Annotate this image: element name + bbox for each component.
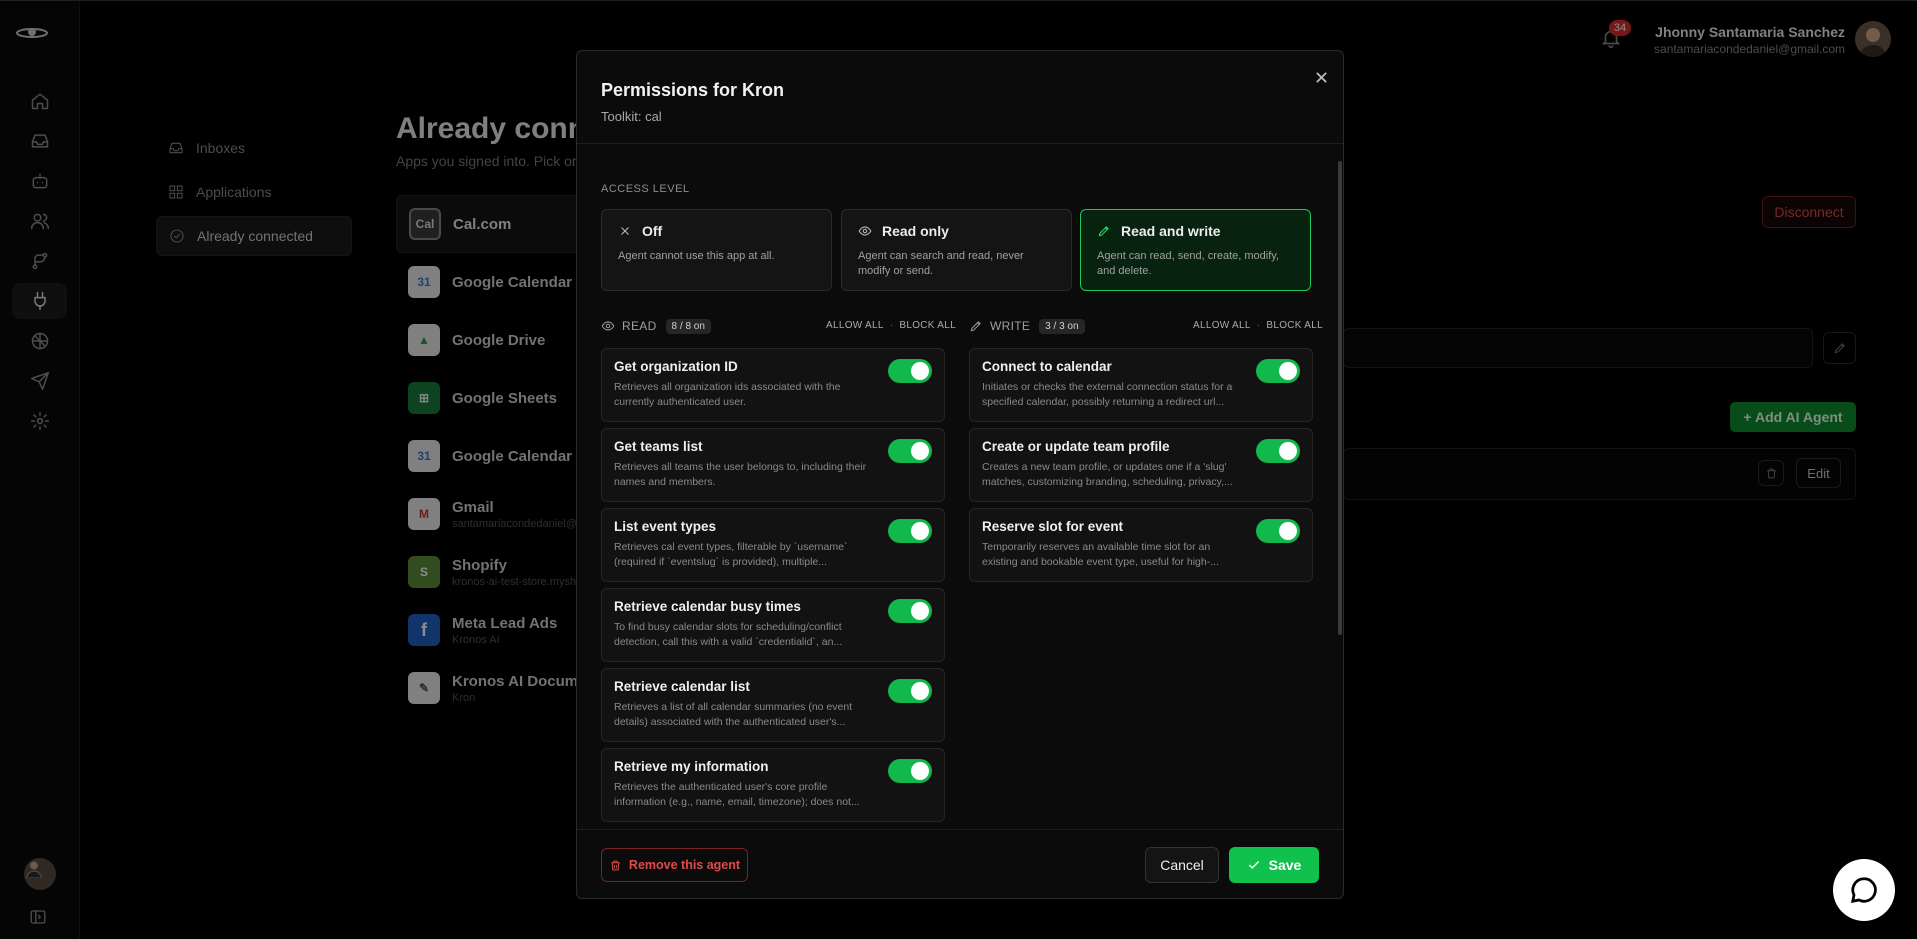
read-label: READ	[622, 319, 657, 333]
read-column-header: READ 8 / 8 on	[601, 317, 711, 335]
save-button[interactable]: Save	[1229, 847, 1319, 883]
permission-title: Retrieve calendar list	[614, 679, 750, 694]
eye-icon	[601, 321, 615, 331]
write-column-header: WRITE 3 / 3 on	[969, 317, 1085, 335]
read-permission-item: Retrieve calendar busy times To find bus…	[601, 588, 945, 662]
permission-desc: Retrieves cal event types, filterable by…	[614, 541, 848, 568]
permission-desc: Retrieves all organization ids associate…	[614, 381, 841, 408]
permission-toggle[interactable]	[888, 679, 932, 703]
write-permission-item: Create or update team profile Creates a …	[969, 428, 1313, 502]
access-level-off[interactable]: Off Agent cannot use this app at all.	[601, 209, 832, 291]
permission-title: Get teams list	[614, 439, 703, 454]
check-icon	[1248, 861, 1259, 869]
save-label: Save	[1268, 857, 1302, 873]
eye-icon	[858, 226, 872, 236]
separator: ·	[889, 320, 894, 331]
read-permission-item: Get teams list Retrieves all teams the u…	[601, 428, 945, 502]
permission-toggle[interactable]	[888, 519, 932, 543]
permission-toggle[interactable]	[1256, 439, 1300, 463]
chat-bubble-icon	[1850, 877, 1877, 904]
write-permission-item: Connect to calendar Initiates or checks …	[969, 348, 1313, 422]
read-permission-item: Get organization ID Retrieves all organi…	[601, 348, 945, 422]
toggle-knob	[911, 362, 929, 380]
access-level-read-write[interactable]: Read and write Agent can read, send, cre…	[1080, 209, 1311, 291]
permission-title: Retrieve calendar busy times	[614, 599, 801, 614]
permission-desc: Creates a new team profile, or updates o…	[982, 461, 1233, 488]
access-level-desc: Agent can search and read, never modify …	[858, 250, 1024, 277]
modal-subtitle: Toolkit: cal	[601, 109, 662, 124]
x-icon	[621, 227, 629, 235]
read-block-all-button[interactable]: BLOCK ALL	[899, 320, 956, 331]
read-bulk-actions: ALLOW ALL · BLOCK ALL	[826, 320, 956, 331]
permission-desc: Retrieves a list of all calendar summari…	[614, 701, 853, 728]
chat-launcher-button[interactable]	[1833, 859, 1895, 921]
permission-desc: Temporarily reserves an available time s…	[982, 541, 1219, 568]
modal-body[interactable]: ACCESS LEVEL Off Agent cannot use this a…	[577, 144, 1343, 829]
toggle-knob	[1279, 362, 1297, 380]
toggle-knob	[911, 602, 929, 620]
permission-title: Reserve slot for event	[982, 519, 1124, 534]
toggle-knob	[911, 762, 929, 780]
pencil-icon	[1098, 226, 1109, 237]
remove-agent-button[interactable]: Remove this agent	[601, 848, 748, 882]
remove-agent-label: Remove this agent	[628, 858, 741, 872]
permission-desc: Initiates or checks the external connect…	[982, 381, 1233, 408]
toggle-knob	[911, 442, 929, 460]
permissions-modal: Permissions for Kron Toolkit: cal ACCESS…	[576, 50, 1344, 899]
permission-toggle[interactable]	[888, 599, 932, 623]
access-level-title: Read and write	[1121, 223, 1221, 239]
permission-desc: Retrieves the authenticated user's core …	[614, 781, 860, 808]
write-count-badge: 3 / 3 on	[1039, 318, 1085, 334]
permission-title: Get organization ID	[614, 359, 738, 374]
access-level-read-only[interactable]: Read only Agent can search and read, nev…	[841, 209, 1072, 291]
modal-scrollbar[interactable]	[1338, 161, 1342, 635]
permission-desc: To find busy calendar slots for scheduli…	[614, 621, 843, 648]
permission-toggle[interactable]	[888, 759, 932, 783]
access-level-label: ACCESS LEVEL	[601, 183, 690, 195]
permission-title: Retrieve my information	[614, 759, 769, 774]
write-allow-all-button[interactable]: ALLOW ALL	[1193, 320, 1251, 331]
permission-title: List event types	[614, 519, 717, 534]
read-count-badge: 8 / 8 on	[665, 318, 711, 334]
divider	[577, 829, 1343, 830]
read-permission-item: List event types Retrieves cal event typ…	[601, 508, 945, 582]
read-permission-item: Retrieve calendar list Retrieves a list …	[601, 668, 945, 742]
close-button[interactable]	[1310, 66, 1332, 88]
permission-toggle[interactable]	[888, 359, 932, 383]
separator: ·	[1256, 320, 1261, 331]
toggle-knob	[911, 522, 929, 540]
permission-toggle[interactable]	[1256, 359, 1300, 383]
pencil-icon	[970, 321, 981, 332]
access-level-desc: Agent can read, send, create, modify, an…	[1097, 250, 1280, 277]
access-level-title: Read only	[882, 223, 949, 239]
access-level-title: Off	[642, 223, 663, 239]
permission-title: Connect to calendar	[982, 359, 1112, 374]
toggle-knob	[1279, 442, 1297, 460]
cancel-button[interactable]: Cancel	[1145, 847, 1219, 883]
toggle-knob	[1279, 522, 1297, 540]
write-block-all-button[interactable]: BLOCK ALL	[1266, 320, 1323, 331]
read-permission-item: Retrieve my information Retrieves the au…	[601, 748, 945, 822]
permission-toggle[interactable]	[1256, 519, 1300, 543]
permission-toggle[interactable]	[888, 439, 932, 463]
modal-title: Permissions for Kron	[601, 80, 785, 100]
permission-desc: Retrieves all teams the user belongs to,…	[614, 461, 867, 488]
toggle-knob	[911, 682, 929, 700]
write-label: WRITE	[990, 319, 1031, 333]
close-icon	[1315, 71, 1327, 83]
permission-title: Create or update team profile	[982, 439, 1170, 454]
trash-icon	[611, 860, 620, 870]
access-level-desc: Agent cannot use this app at all.	[618, 250, 775, 262]
read-allow-all-button[interactable]: ALLOW ALL	[826, 320, 884, 331]
write-bulk-actions: ALLOW ALL · BLOCK ALL	[1193, 320, 1323, 331]
write-permission-item: Reserve slot for event Temporarily reser…	[969, 508, 1313, 582]
